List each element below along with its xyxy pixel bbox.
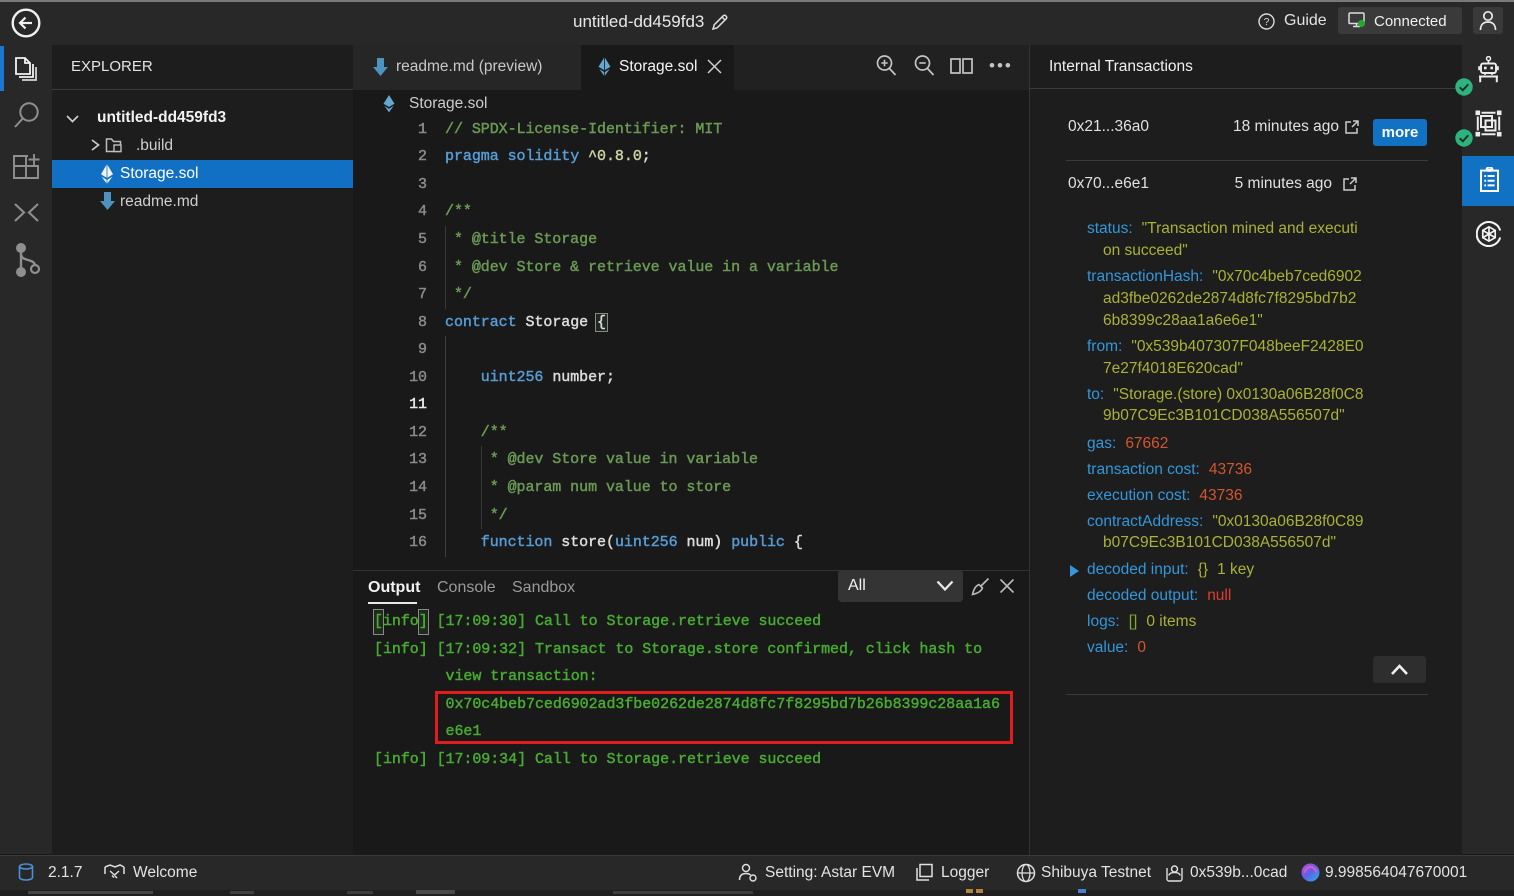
svg-text:?: ?	[1264, 17, 1270, 28]
